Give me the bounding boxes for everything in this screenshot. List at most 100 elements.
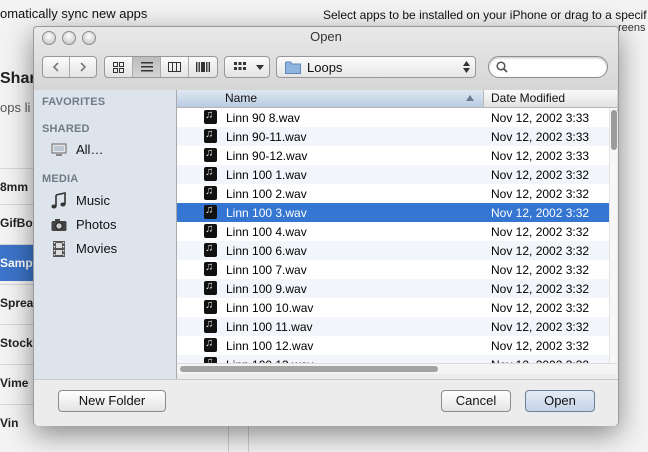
file-name: Linn 100 2.wav (226, 187, 307, 201)
back-forward-control (42, 56, 97, 78)
file-date: Nov 12, 2002 3:32 (491, 282, 590, 296)
file-name: Linn 90-11.wav (226, 130, 307, 144)
file-date: Nov 12, 2002 3:32 (491, 187, 590, 201)
file-name: Linn 100 10.wav (226, 301, 314, 315)
file-row[interactable]: Linn 90-11.wav Nov 12, 2002 3:33 (177, 127, 609, 146)
sidebar-item-all[interactable]: All… (50, 140, 174, 160)
install-apps-instructions-line2: reens (618, 22, 646, 34)
sidebar-item-label: All… (76, 142, 104, 157)
file-date: Nov 12, 2002 3:32 (491, 244, 590, 258)
audio-file-icon (204, 299, 217, 314)
audio-file-icon (204, 280, 217, 295)
chevron-down-icon (256, 65, 264, 70)
file-date: Nov 12, 2002 3:33 (491, 130, 590, 144)
file-name: Linn 90-12.wav (226, 149, 308, 163)
view-mode-control (104, 56, 218, 78)
audio-file-icon (204, 109, 217, 124)
vertical-scroll-thumb[interactable] (611, 110, 617, 150)
file-row[interactable]: Linn 100 4.wav Nov 12, 2002 3:32 (177, 222, 609, 241)
film-icon (53, 241, 65, 257)
file-name: Linn 100 12.wav (226, 339, 314, 353)
sidebar-item-label: Movies (76, 241, 118, 256)
folder-icon (285, 61, 301, 74)
file-list: Name Date Modified Linn 90 8.wav Nov 12, … (177, 90, 617, 371)
file-list-header: Name Date Modified (177, 90, 617, 108)
file-name: Linn 100 6.wav (226, 244, 307, 258)
auto-sync-label: omatically sync new apps (0, 6, 148, 21)
sidebar-item-photos[interactable]: Photos (50, 215, 174, 235)
file-row[interactable]: Linn 100 1.wav Nov 12, 2002 3:32 (177, 165, 609, 184)
column-header-name-label: Name (225, 91, 258, 105)
audio-file-icon (204, 337, 217, 352)
arrange-grid-icon (234, 62, 246, 70)
vertical-scrollbar[interactable] (609, 108, 617, 371)
camera-icon (51, 219, 67, 231)
chevron-right-icon (80, 62, 87, 72)
sidebar-item-music[interactable]: Music (50, 191, 174, 211)
file-row[interactable]: Linn 100 2.wav Nov 12, 2002 3:32 (177, 184, 609, 203)
audio-file-icon (204, 242, 217, 257)
sidebar-heading-favorites: FAVORITES (42, 96, 106, 108)
audio-file-icon (204, 128, 217, 143)
file-name: Linn 100 3.wav (226, 206, 307, 220)
file-row[interactable]: Linn 100 12.wav Nov 12, 2002 3:32 (177, 336, 609, 355)
music-note-icon (51, 192, 66, 209)
file-row-selected[interactable]: Linn 100 3.wav Nov 12, 2002 3:32 (177, 203, 609, 222)
file-date: Nov 12, 2002 3:33 (491, 111, 590, 125)
horizontal-scroll-thumb[interactable] (180, 366, 438, 372)
file-date: Nov 12, 2002 3:32 (491, 168, 590, 182)
dialog-title: Open (310, 29, 342, 44)
back-button[interactable] (43, 57, 70, 77)
network-icon (51, 143, 67, 156)
file-row[interactable]: Linn 90 8.wav Nov 12, 2002 3:33 (177, 108, 609, 127)
sidebar-heading-shared: SHARED (42, 123, 90, 135)
dialog-button-bar: New Folder Cancel Open (34, 379, 618, 426)
column-header-date[interactable]: Date Modified (491, 91, 565, 105)
arrange-by-popup[interactable] (224, 56, 270, 78)
icon-view-button[interactable] (105, 57, 133, 77)
list-view-icon (140, 62, 153, 72)
dialog-sidebar: FAVORITES SHARED All… MEDIA Music Photos… (34, 90, 177, 379)
column-view-button[interactable] (161, 57, 189, 77)
audio-file-icon (204, 261, 217, 276)
list-view-button[interactable] (133, 57, 161, 77)
file-row[interactable]: Linn 90-12.wav Nov 12, 2002 3:33 (177, 146, 609, 165)
sidebar-item-label: Music (76, 193, 110, 208)
forward-button[interactable] (70, 57, 96, 77)
sidebar-item-label: Photos (76, 217, 117, 232)
audio-file-icon (204, 166, 217, 181)
sidebar-item-movies[interactable]: Movies (50, 239, 174, 259)
file-date: Nov 12, 2002 3:32 (491, 320, 590, 334)
file-name: Linn 100 4.wav (226, 225, 307, 239)
file-row[interactable]: Linn 100 11.wav Nov 12, 2002 3:32 (177, 317, 609, 336)
column-header-name[interactable]: Name (177, 90, 484, 107)
coverflow-view-icon (196, 62, 210, 72)
file-name: Linn 100 1.wav (226, 168, 307, 182)
coverflow-view-button[interactable] (189, 57, 217, 77)
new-folder-button[interactable]: New Folder (58, 390, 166, 412)
file-row[interactable]: Linn 100 7.wav Nov 12, 2002 3:32 (177, 260, 609, 279)
audio-file-icon (204, 147, 217, 162)
file-row[interactable]: Linn 100 6.wav Nov 12, 2002 3:32 (177, 241, 609, 260)
file-name: Linn 90 8.wav (226, 111, 301, 125)
column-view-icon (168, 62, 181, 72)
audio-file-icon (204, 318, 217, 333)
search-field[interactable] (488, 56, 608, 78)
open-file-dialog: Open Loops FAVORITES SHARED All… MEDIA M… (33, 26, 619, 426)
file-row[interactable]: Linn 100 9.wav Nov 12, 2002 3:32 (177, 279, 609, 298)
horizontal-scrollbar[interactable] (177, 363, 617, 374)
file-date: Nov 12, 2002 3:32 (491, 339, 590, 353)
install-apps-instructions: Select apps to be installed on your iPho… (323, 8, 647, 22)
file-date: Nov 12, 2002 3:32 (491, 301, 590, 315)
audio-file-icon (204, 204, 217, 219)
location-popup[interactable]: Loops (276, 56, 476, 78)
file-row[interactable]: Linn 100 10.wav Nov 12, 2002 3:32 (177, 298, 609, 317)
icon-view-icon (113, 61, 124, 73)
file-date: Nov 12, 2002 3:32 (491, 263, 590, 277)
file-date: Nov 12, 2002 3:32 (491, 206, 590, 220)
file-name: Linn 100 7.wav (226, 263, 307, 277)
cancel-button[interactable]: Cancel (441, 390, 511, 412)
file-date: Nov 12, 2002 3:32 (491, 225, 590, 239)
open-button[interactable]: Open (525, 390, 595, 412)
sidebar-heading-media: MEDIA (42, 173, 79, 185)
